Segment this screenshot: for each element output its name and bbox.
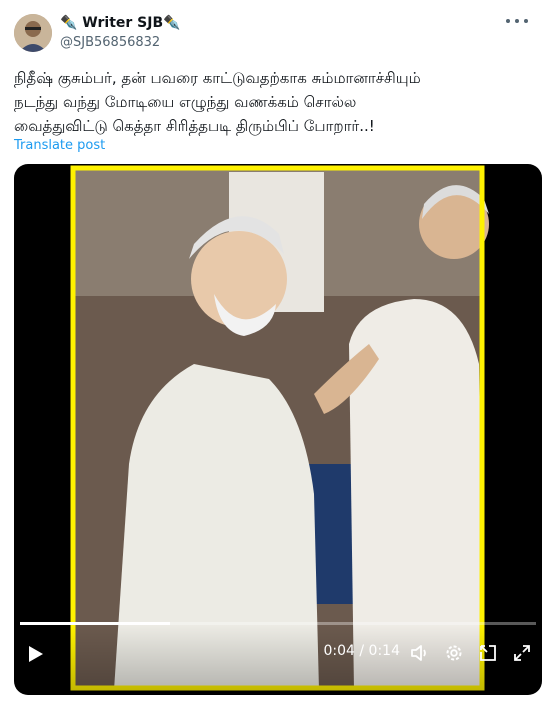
display-name[interactable]: ✒️ Writer SJB✒️ <box>60 15 181 31</box>
user-handle[interactable]: @SJB56856832 <box>60 35 160 50</box>
tweet-text-line: நிதீஷ் குசும்பர், தன் பவரை காட்டுவதற்காக… <box>14 69 421 87</box>
tweet-text-line: நடந்து வந்து மோடியை எழுந்து வணக்கம் சொல்… <box>14 93 357 111</box>
time-display: 0:04 / 0:14 <box>323 643 400 659</box>
volume-icon[interactable] <box>410 643 430 663</box>
video-frame <box>70 165 489 691</box>
video-player[interactable]: 0:04 / 0:14 <box>14 164 542 695</box>
time-separator: / <box>359 643 365 659</box>
progress-fill <box>20 622 170 625</box>
avatar[interactable] <box>14 14 52 52</box>
tweet-text: நிதீஷ் குசும்பர், தன் பவரை காட்டுவதற்காக… <box>14 66 529 138</box>
progress-track[interactable] <box>20 622 536 625</box>
fullscreen-icon[interactable] <box>512 643 532 663</box>
settings-icon[interactable] <box>444 643 464 663</box>
pip-icon[interactable] <box>478 643 498 663</box>
more-icon[interactable] <box>506 14 528 28</box>
current-time: 0:04 <box>323 643 355 659</box>
duration: 0:14 <box>368 643 400 659</box>
tweet-text-line: வைத்துவிட்டு கெத்தா சிரித்தபடி திரும்பிப… <box>14 117 375 135</box>
translate-post-link[interactable]: Translate post <box>14 138 105 153</box>
video-controls: 0:04 / 0:14 <box>14 622 542 695</box>
play-icon[interactable] <box>28 645 44 663</box>
